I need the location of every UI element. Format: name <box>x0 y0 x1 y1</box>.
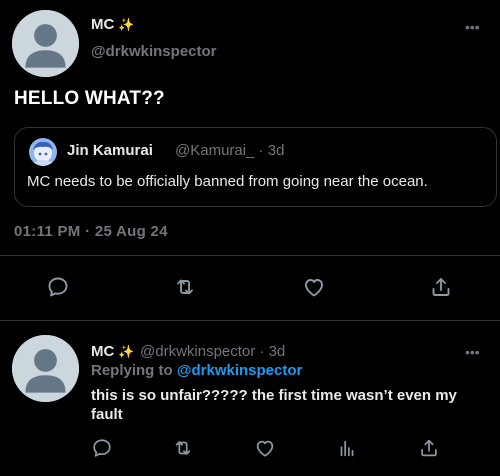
default-avatar-icon <box>12 10 79 77</box>
tweet-text: HELLO WHAT?? <box>14 88 165 109</box>
retweet-icon[interactable] <box>173 275 197 299</box>
anime-avatar-icon <box>29 138 57 166</box>
share-icon[interactable] <box>429 275 453 299</box>
avatar[interactable] <box>12 10 79 77</box>
reply-text: this is so unfair????? the first time wa… <box>91 387 457 423</box>
replying-to-handle[interactable]: @drkwkinspector <box>177 362 303 379</box>
author-name[interactable]: MC ✨ <box>91 16 135 33</box>
quoted-tweet-text: MC needs to be officially banned from go… <box>27 173 428 190</box>
share-icon[interactable] <box>418 437 440 459</box>
divider <box>0 255 500 256</box>
divider <box>0 320 500 321</box>
analytics-icon[interactable] <box>336 437 358 459</box>
reply-author-name-text: MC <box>91 343 115 360</box>
more-options-icon[interactable]: ••• <box>465 20 480 34</box>
quoted-author-meta: @Kamurai_ · 3d <box>175 142 285 159</box>
sparkle-icon: ✨ <box>118 17 135 32</box>
reply-icon[interactable] <box>91 437 113 459</box>
quoted-tweet-card[interactable]: Jin Kamurai @Kamurai_ · 3d MC needs to b… <box>14 127 497 207</box>
author-name-text: MC <box>91 16 115 33</box>
like-icon[interactable] <box>302 275 326 299</box>
author-handle[interactable]: @drkwkinspector <box>91 43 217 60</box>
sparkle-icon: ✨ <box>118 344 135 359</box>
reply-author-name[interactable]: MC ✨ <box>91 343 135 360</box>
reply-avatar[interactable] <box>12 335 79 402</box>
reply-author-meta: @drkwkinspector · 3d <box>140 343 286 360</box>
reply-more-options-icon[interactable]: ••• <box>465 345 480 359</box>
retweet-icon[interactable] <box>172 437 194 459</box>
quoted-avatar <box>29 138 57 166</box>
reply-icon[interactable] <box>46 275 70 299</box>
quoted-author-name: Jin Kamurai <box>67 142 153 159</box>
default-avatar-icon <box>12 335 79 402</box>
replying-to: Replying to @drkwkinspector <box>91 362 302 379</box>
like-icon[interactable] <box>254 437 276 459</box>
replying-to-label: Replying to <box>91 362 173 379</box>
tweet-timestamp[interactable]: 01:11 PM · 25 Aug 24 <box>14 223 168 240</box>
